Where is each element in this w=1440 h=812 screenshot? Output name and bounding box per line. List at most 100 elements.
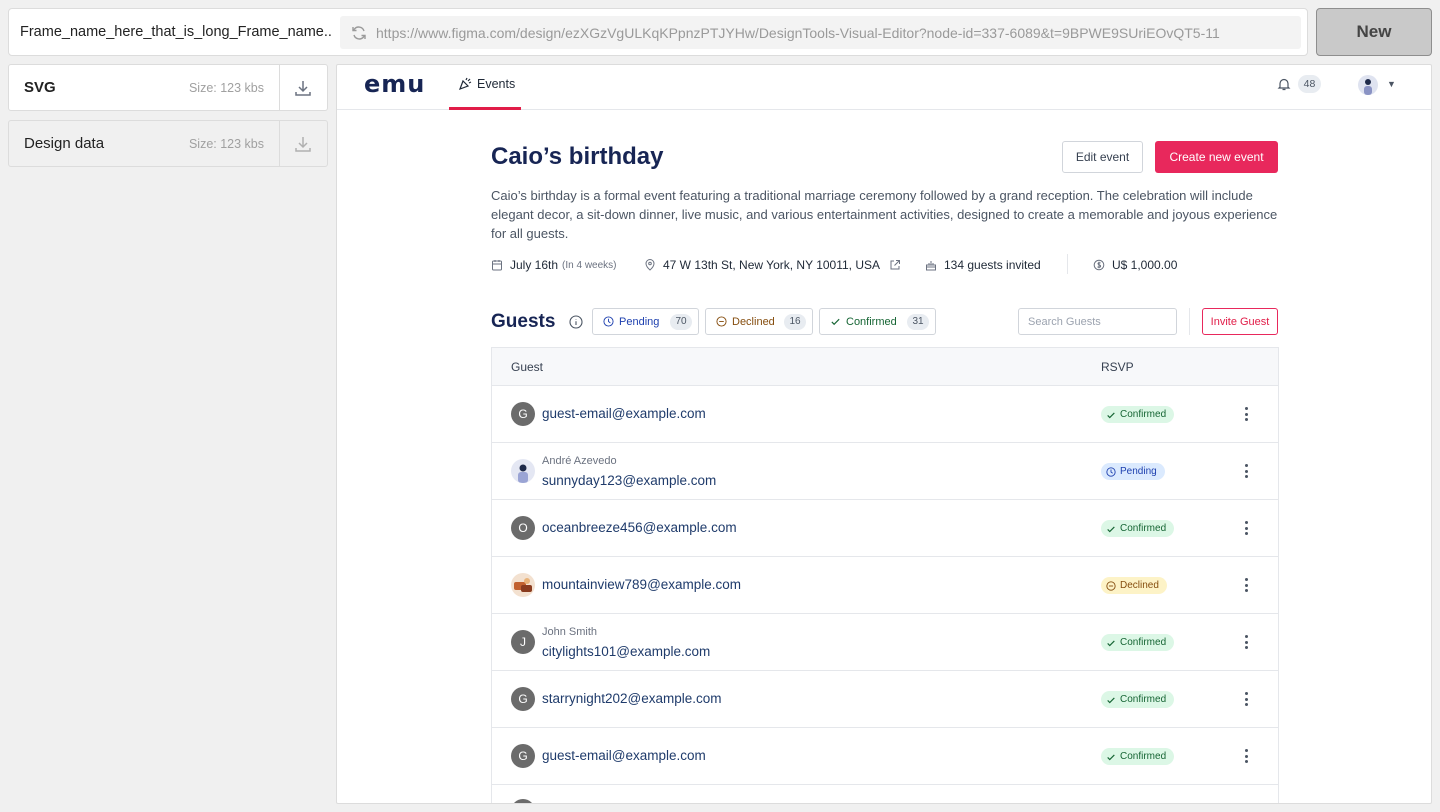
check-icon (1107, 754, 1115, 760)
user-avatar[interactable] (1358, 75, 1378, 95)
address-text: 47 W 13th St, New York, NY 10011, USA (663, 258, 881, 272)
download-design-data-card: Design data Size: 123 kbs (8, 120, 328, 167)
url-text: https://www.figma.com/design/ezXGzVgULKq… (376, 25, 1220, 41)
status-text: Confirmed (1120, 409, 1167, 420)
create-event-button[interactable]: Create new event (1155, 141, 1278, 173)
filter-pending[interactable]: Pending 70 (592, 308, 699, 335)
notification-count: 48 (1298, 75, 1321, 93)
status-text: Confirmed (1120, 751, 1167, 762)
tab-events[interactable]: Events (449, 65, 521, 110)
chevron-down-icon[interactable]: ▼ (1387, 79, 1396, 89)
download-icon[interactable] (293, 78, 313, 98)
avatar (511, 459, 535, 483)
guest-email: guest-email@example.com (542, 748, 706, 763)
filter-label: Declined (732, 315, 775, 328)
filter-declined[interactable]: Declined 16 (705, 308, 813, 335)
status-badge: Confirmed (1101, 520, 1175, 537)
table-row[interactable]: mountainview789@example.com Declined (492, 557, 1278, 614)
table-row[interactable]: G guest-email@example.com Confirmed (492, 386, 1278, 443)
download-name: SVG (24, 79, 56, 96)
invite-guest-button[interactable]: Invite Guest (1202, 308, 1278, 335)
table-row[interactable]: G guest-email@example.com Confirmed (492, 728, 1278, 785)
guest-email: sunnyday123@example.com (542, 473, 717, 488)
search-guests-input[interactable] (1018, 308, 1177, 335)
clock-icon (603, 316, 614, 327)
table-header: Guest RSVP (492, 348, 1278, 386)
filter-count: 70 (670, 314, 692, 330)
table-row[interactable] (492, 785, 1278, 803)
download-svg-card: SVG Size: 123 kbs (8, 64, 328, 111)
cake-icon (926, 261, 936, 271)
column-guest: Guest (511, 360, 544, 374)
filter-count: 31 (907, 314, 929, 330)
more-options-icon[interactable] (1239, 689, 1253, 709)
date-text: July 16th (510, 258, 559, 272)
more-options-icon[interactable] (1239, 404, 1253, 424)
event-budget: U$ 1,000.00 (1093, 258, 1177, 272)
avatar (511, 799, 535, 803)
divider (1189, 308, 1190, 335)
status-badge: Confirmed (1101, 748, 1175, 765)
filter-confirmed[interactable]: Confirmed 31 (819, 308, 936, 335)
divider (279, 121, 280, 166)
filter-label: Confirmed (846, 315, 897, 328)
status-text: Confirmed (1120, 637, 1167, 648)
more-options-icon[interactable] (1239, 461, 1253, 481)
column-rsvp: RSVP (1101, 360, 1134, 374)
edit-event-button[interactable]: Edit event (1062, 141, 1143, 173)
more-options-icon[interactable] (1239, 746, 1253, 766)
status-badge: Confirmed (1101, 691, 1175, 708)
filter-count: 16 (784, 314, 806, 330)
status-badge: Declined (1101, 577, 1167, 594)
event-title: Caio’s birthday (491, 143, 664, 170)
more-options-icon[interactable] (1239, 575, 1253, 595)
status-text: Declined (1120, 580, 1159, 591)
avatar: G (511, 687, 535, 711)
budget-text: U$ 1,000.00 (1112, 258, 1178, 272)
minus-circle-icon (716, 316, 727, 327)
check-icon (1107, 526, 1115, 532)
refresh-icon[interactable] (350, 24, 368, 42)
new-button[interactable]: New (1316, 8, 1432, 56)
guest-email: starrynight202@example.com (542, 691, 722, 706)
app-preview: emu Events 48 ▼ Caio’s birthday Edit eve… (336, 64, 1432, 804)
status-text: Confirmed (1120, 694, 1167, 705)
filter-label: Pending (619, 315, 660, 328)
party-popper-icon (458, 77, 472, 91)
minus-circle-icon (1106, 580, 1116, 591)
guests-title: Guests (491, 311, 556, 332)
event-address: 47 W 13th St, New York, NY 10011, USA (644, 258, 901, 272)
logo[interactable]: emu (364, 70, 425, 98)
calendar-icon (492, 260, 502, 271)
status-badge: Confirmed (1101, 406, 1175, 423)
bell-icon[interactable] (1277, 77, 1291, 91)
date-relative: (In 4 weeks) (562, 259, 617, 271)
table-row[interactable]: O oceanbreeze456@example.com Confirmed (492, 500, 1278, 557)
guest-email: mountainview789@example.com (542, 577, 742, 592)
table-row[interactable]: G starrynight202@example.com Confirmed (492, 671, 1278, 728)
more-options-icon[interactable] (1239, 632, 1253, 652)
clock-icon (1106, 466, 1116, 477)
divider (1067, 254, 1068, 274)
divider (279, 65, 280, 110)
download-name: Design data (24, 135, 105, 152)
event-guest-count: 134 guests invited (925, 258, 1041, 272)
table-row[interactable]: André Azevedo sunnyday123@example.com Pe… (492, 443, 1278, 500)
status-text: Pending (1120, 466, 1157, 477)
status-badge: Pending (1101, 463, 1165, 480)
download-size: Size: 123 kbs (188, 81, 264, 95)
table-row[interactable]: J John Smith citylights101@example.com C… (492, 614, 1278, 671)
frame-name[interactable]: Frame_name_here_that_is_long_Frame_name.… (20, 24, 332, 40)
avatar: G (511, 744, 535, 768)
more-options-icon[interactable] (1239, 518, 1253, 538)
url-field[interactable]: https://www.figma.com/design/ezXGzVgULKq… (340, 16, 1301, 49)
guest-name: André Azevedo (542, 455, 617, 467)
avatar (511, 573, 535, 597)
info-icon[interactable] (569, 315, 583, 329)
external-link-icon[interactable] (889, 259, 901, 271)
coin-icon (1093, 259, 1105, 271)
check-icon (1107, 697, 1115, 703)
event-description: Caio’s birthday is a formal event featur… (491, 188, 1278, 241)
download-icon[interactable] (293, 134, 313, 154)
location-icon (645, 259, 655, 271)
